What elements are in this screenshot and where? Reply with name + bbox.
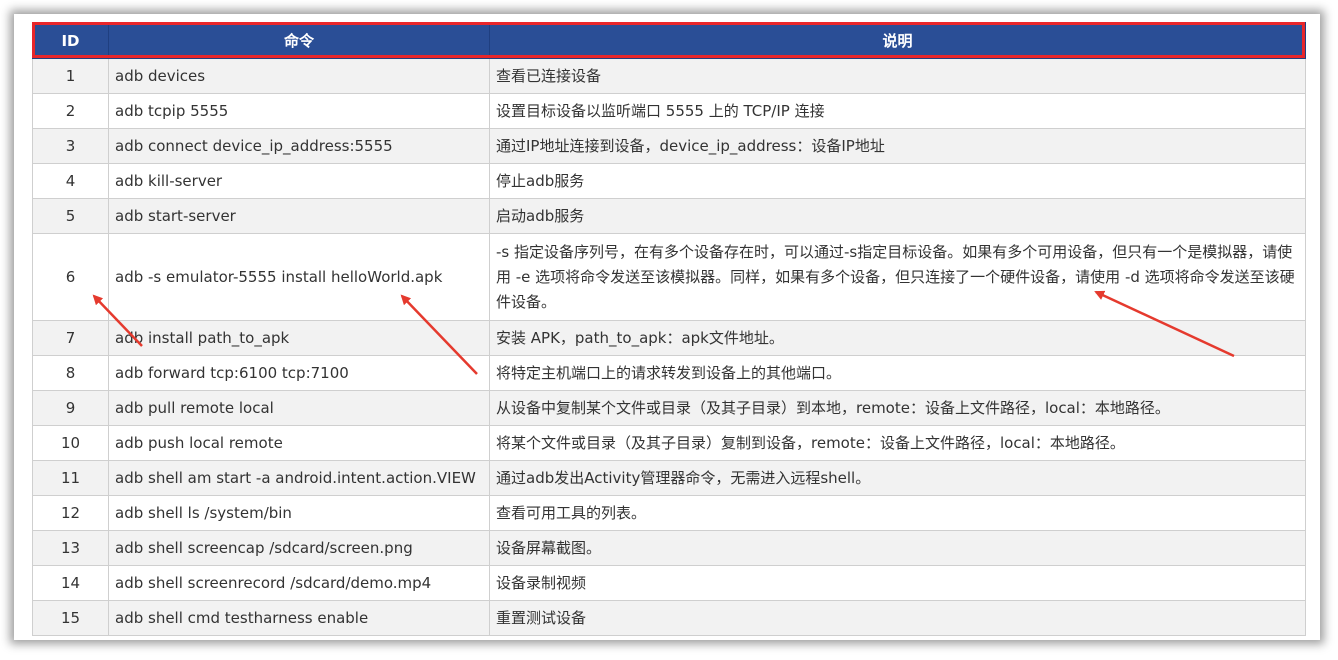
row-id: 8	[32, 355, 109, 391]
header-command: 命令	[108, 22, 490, 59]
row-description: 设备录制视频	[489, 565, 1306, 601]
row-command: adb shell screencap /sdcard/screen.png	[108, 530, 490, 566]
row-description: 设置目标设备以监听端口 5555 上的 TCP/IP 连接	[489, 93, 1306, 129]
table-row: 2 adb tcpip 5555 设置目标设备以监听端口 5555 上的 TCP…	[32, 93, 1306, 129]
row-id: 1	[32, 58, 109, 94]
row-id: 4	[32, 163, 109, 199]
table-row: 5 adb start-server 启动adb服务	[32, 198, 1306, 234]
row-id: 13	[32, 530, 109, 566]
table-row: 12 adb shell ls /system/bin 查看可用工具的列表。	[32, 495, 1306, 531]
table-row: 4 adb kill-server 停止adb服务	[32, 163, 1306, 199]
table-row: 13 adb shell screencap /sdcard/screen.pn…	[32, 530, 1306, 566]
row-id: 7	[32, 320, 109, 356]
table-row: 7 adb install path_to_apk 安装 APK，path_to…	[32, 320, 1306, 356]
row-description: 查看已连接设备	[489, 58, 1306, 94]
table-header: ID 命令 说明	[32, 22, 1306, 59]
row-id: 2	[32, 93, 109, 129]
table-row: 3 adb connect device_ip_address:5555 通过I…	[32, 128, 1306, 164]
table-body: 1 adb devices 查看已连接设备 2 adb tcpip 5555 设…	[32, 58, 1306, 636]
table-row: 8 adb forward tcp:6100 tcp:7100 将特定主机端口上…	[32, 355, 1306, 391]
row-command: adb forward tcp:6100 tcp:7100	[108, 355, 490, 391]
row-id: 3	[32, 128, 109, 164]
row-command: adb shell am start -a android.intent.act…	[108, 460, 490, 496]
row-command: adb push local remote	[108, 425, 490, 461]
row-command: adb devices	[108, 58, 490, 94]
row-description: 通过IP地址连接到设备，device_ip_address：设备IP地址	[489, 128, 1306, 164]
row-command: adb connect device_ip_address:5555	[108, 128, 490, 164]
table-row: 9 adb pull remote local 从设备中复制某个文件或目录（及其…	[32, 390, 1306, 426]
row-id: 14	[32, 565, 109, 601]
header-id: ID	[32, 22, 109, 59]
row-description: 查看可用工具的列表。	[489, 495, 1306, 531]
adb-commands-table: ID 命令 说明 1 adb devices 查看已连接设备 2 adb tcp…	[32, 22, 1306, 636]
screenshot-frame: ID 命令 说明 1 adb devices 查看已连接设备 2 adb tcp…	[14, 14, 1320, 640]
row-id: 15	[32, 600, 109, 636]
table-row: 6 adb -s emulator-5555 install helloWorl…	[32, 233, 1306, 321]
row-id: 6	[32, 233, 109, 321]
row-description: 停止adb服务	[489, 163, 1306, 199]
row-description: 启动adb服务	[489, 198, 1306, 234]
row-command: adb pull remote local	[108, 390, 490, 426]
row-description: 通过adb发出Activity管理器命令，无需进入远程shell。	[489, 460, 1306, 496]
row-command: adb install path_to_apk	[108, 320, 490, 356]
table-row: 11 adb shell am start -a android.intent.…	[32, 460, 1306, 496]
row-id: 9	[32, 390, 109, 426]
table-row: 1 adb devices 查看已连接设备	[32, 58, 1306, 94]
row-description: 重置测试设备	[489, 600, 1306, 636]
header-row: ID 命令 说明	[32, 22, 1306, 59]
row-description: 安装 APK，path_to_apk：apk文件地址。	[489, 320, 1306, 356]
row-id: 10	[32, 425, 109, 461]
row-command: adb shell ls /system/bin	[108, 495, 490, 531]
row-description: 从设备中复制某个文件或目录（及其子目录）到本地，remote：设备上文件路径，l…	[489, 390, 1306, 426]
row-id: 5	[32, 198, 109, 234]
row-id: 12	[32, 495, 109, 531]
row-command: adb -s emulator-5555 install helloWorld.…	[108, 233, 490, 321]
row-description: 将特定主机端口上的请求转发到设备上的其他端口。	[489, 355, 1306, 391]
row-command: adb kill-server	[108, 163, 490, 199]
table-row: 15 adb shell cmd testharness enable 重置测试…	[32, 600, 1306, 636]
table-row: 14 adb shell screenrecord /sdcard/demo.m…	[32, 565, 1306, 601]
row-command: adb shell screenrecord /sdcard/demo.mp4	[108, 565, 490, 601]
row-command: adb start-server	[108, 198, 490, 234]
row-id: 11	[32, 460, 109, 496]
table-row: 10 adb push local remote 将某个文件或目录（及其子目录）…	[32, 425, 1306, 461]
row-command: adb tcpip 5555	[108, 93, 490, 129]
header-description: 说明	[489, 22, 1306, 59]
row-description: 设备屏幕截图。	[489, 530, 1306, 566]
row-command: adb shell cmd testharness enable	[108, 600, 490, 636]
row-description: 将某个文件或目录（及其子目录）复制到设备，remote：设备上文件路径，loca…	[489, 425, 1306, 461]
row-description: -s 指定设备序列号，在有多个设备存在时，可以通过-s指定目标设备。如果有多个可…	[489, 233, 1306, 321]
